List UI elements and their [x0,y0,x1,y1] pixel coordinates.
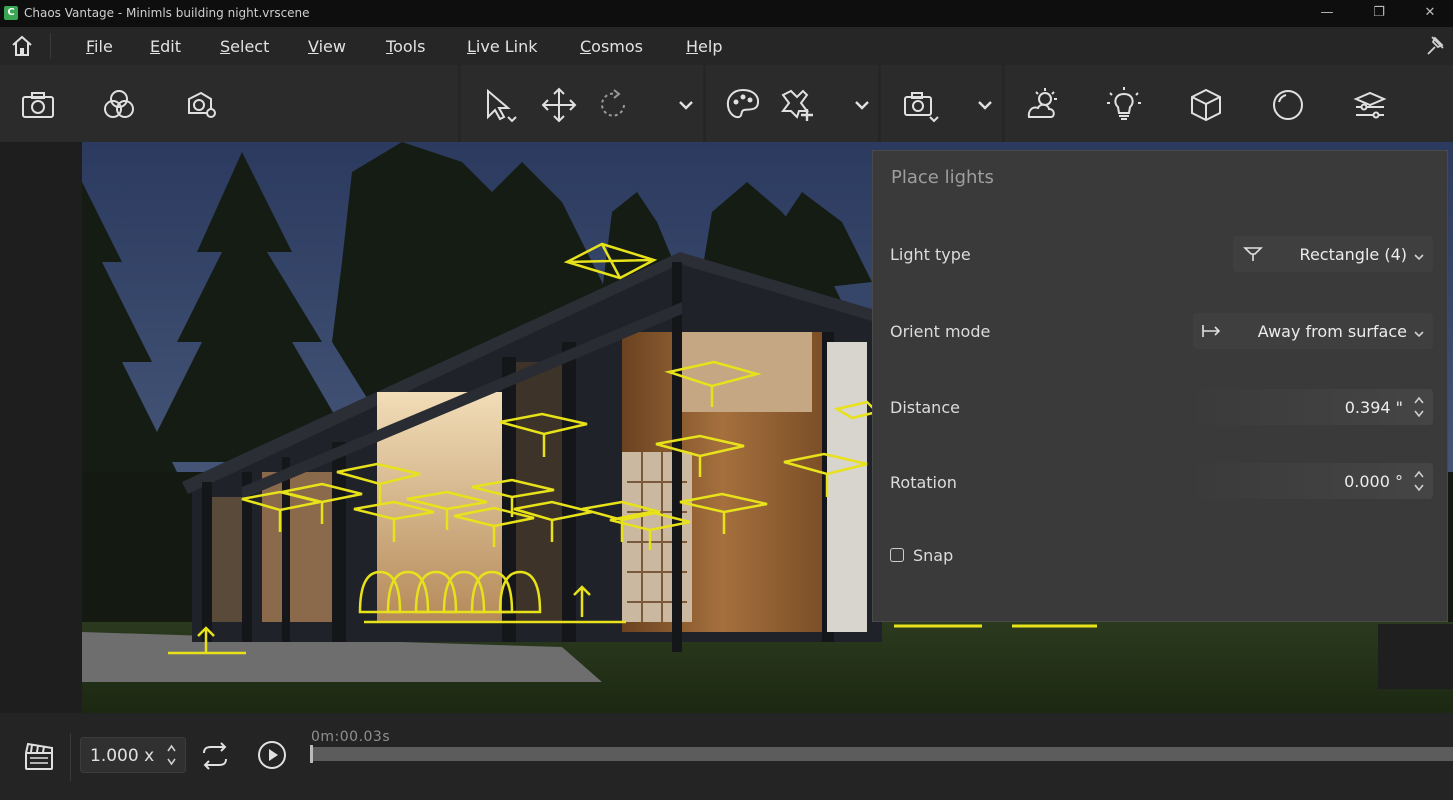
select-arrow-icon[interactable] [478,85,518,125]
menu-bar: File Edit Select View Tools Live Link Co… [0,27,1453,65]
objects-dropdown-chevron-icon[interactable] [852,95,872,115]
title-bar: C Chaos Vantage - Minimls building night… [0,0,1453,27]
snap-checkbox[interactable] [890,548,904,562]
add-object-icon[interactable] [777,85,817,125]
close-button[interactable]: ✕ [1416,3,1444,23]
minimize-button[interactable]: — [1313,3,1341,23]
rectangle-light-icon [1243,245,1263,263]
pin-icon[interactable] [1423,33,1447,59]
material-palette-icon[interactable] [723,85,763,125]
toolbar-group-capture [0,65,458,142]
menu-view[interactable]: View [308,37,346,56]
snap-label[interactable]: Snap [913,546,953,565]
place-lights-panel: Place lights Light type Rectangle (4) Or… [872,150,1448,622]
spin-arrows-icon[interactable] [166,742,177,768]
menu-help[interactable]: Help [686,37,722,56]
cube-icon[interactable] [1186,85,1226,125]
move-icon[interactable] [539,85,579,125]
clapperboard-icon[interactable] [22,739,56,773]
menu-edit[interactable]: Edit [150,37,181,56]
rotation-spinbox[interactable]: 0.000 ° [1183,463,1433,499]
chevron-down-icon [1413,248,1425,261]
away-from-surface-icon [1201,322,1221,340]
play-icon[interactable] [256,739,288,771]
orient-mode-dropdown[interactable]: Away from surface [1193,313,1433,349]
panel-title: Place lights [891,167,994,188]
layers-settings-icon[interactable] [1350,85,1390,125]
playback-bar: 1.000 x 0m:00.03s [0,713,1453,800]
rotation-label: Rotation [890,473,957,492]
menu-file[interactable]: File [86,37,113,56]
transform-dropdown-chevron-icon[interactable] [676,95,696,115]
menu-divider [50,33,51,59]
main-toolbar [0,65,1453,142]
distance-value: 0.394 " [1344,398,1403,417]
light-type-value: Rectangle (4) [1299,245,1407,264]
spin-arrows-icon[interactable] [1413,467,1425,495]
rotation-value: 0.000 ° [1344,472,1403,491]
camera-settings-icon[interactable] [181,85,221,125]
light-type-label: Light type [890,245,971,264]
light-type-dropdown[interactable]: Rectangle (4) [1233,236,1433,272]
timeline-time: 0m:00.03s [311,729,391,745]
overlap-circles-icon[interactable] [99,85,139,125]
sphere-icon[interactable] [1268,85,1308,125]
home-icon[interactable] [8,33,36,59]
orient-mode-value: Away from surface [1257,322,1407,341]
rotate-icon[interactable] [594,85,634,125]
camera-view-icon[interactable] [900,85,940,125]
menu-live-link[interactable]: Live Link [467,37,538,56]
camera-dropdown-chevron-icon[interactable] [975,95,995,115]
loop-icon[interactable] [198,739,232,773]
maximize-button[interactable]: ❐ [1365,3,1393,23]
distance-label: Distance [890,398,960,417]
orient-mode-label: Orient mode [890,322,991,341]
timeline-playhead[interactable] [310,745,313,763]
viewport-left-gutter [0,142,82,713]
menu-select[interactable]: Select [220,37,269,56]
menu-tools[interactable]: Tools [386,37,425,56]
camera-icon[interactable] [18,85,58,125]
chevron-down-icon [1413,325,1425,338]
distance-spinbox[interactable]: 0.394 " [1183,389,1433,425]
playback-divider [70,733,71,781]
menu-cosmos[interactable]: Cosmos [580,37,643,56]
sun-cloud-icon[interactable] [1021,85,1061,125]
app-logo-icon: C [4,6,18,20]
playback-speed-spinbox[interactable]: 1.000 x [80,737,186,773]
timeline-track[interactable] [310,745,1453,763]
viewport-right-gutter [1378,624,1453,689]
spin-arrows-icon[interactable] [1413,393,1425,421]
playback-speed-value: 1.000 x [90,746,155,766]
light-bulb-icon[interactable] [1104,85,1144,125]
window-title: Chaos Vantage - Minimls building night.v… [24,6,310,20]
